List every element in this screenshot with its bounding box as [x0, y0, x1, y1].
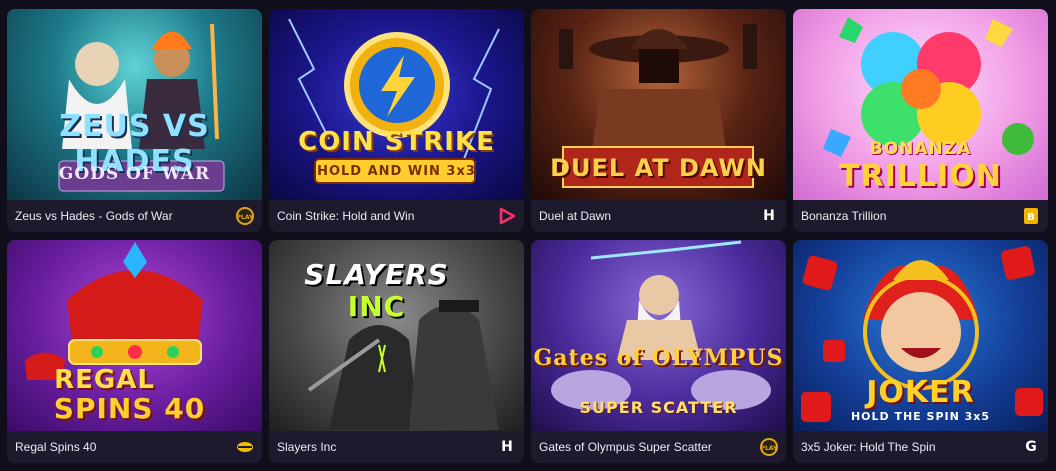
endorphina-icon: [236, 438, 254, 456]
game-title: Coin Strike: Hold and Win: [277, 209, 415, 223]
game-thumbnail[interactable]: SLAYERS INC: [269, 240, 524, 431]
game-thumbnail[interactable]: Gates of OLYMPUS SUPER SCATTER: [531, 240, 786, 431]
play-n-go-icon: PLAY: [236, 207, 254, 225]
game-thumbnail[interactable]: REGAL SPINS 40: [7, 240, 262, 431]
game-logo-subtitle: HOLD AND WIN 3x3: [317, 164, 476, 179]
game-thumbnail[interactable]: JOKER HOLD THE SPIN 3x5: [793, 240, 1048, 431]
game-caption: Zeus vs Hades - Gods of War PLAY: [7, 200, 262, 232]
game-title: 3x5 Joker: Hold The Spin: [801, 440, 936, 454]
svg-text:PLAY: PLAY: [237, 214, 254, 221]
game-caption: Coin Strike: Hold and Win: [269, 200, 524, 232]
game-logo: REGAL: [54, 365, 155, 395]
game-logo-subtitle: INC: [347, 290, 406, 323]
game-thumbnail[interactable]: COIN STRIKE HOLD AND WIN 3x3: [269, 9, 524, 200]
game-card[interactable]: ZEUS VS HADES GODS OF WAR Zeus vs Hades …: [7, 9, 262, 232]
game-card[interactable]: BONANZA TRILLION Bonanza Trillion B: [793, 9, 1048, 232]
game-logo: COIN STRIKE: [298, 127, 495, 157]
game-logo: SLAYERS: [304, 258, 449, 291]
game-title: Duel at Dawn: [539, 209, 612, 223]
game-caption: Slayers Inc H: [269, 431, 524, 463]
hacksaw-icon: H: [763, 208, 775, 224]
game-caption: Regal Spins 40: [7, 431, 262, 463]
game-logo: JOKER: [866, 375, 975, 410]
game-card[interactable]: COIN STRIKE HOLD AND WIN 3x3 Coin Strike…: [269, 9, 524, 232]
game-logo: DUEL AT DAWN: [550, 154, 767, 182]
game-title: Bonanza Trillion: [801, 209, 887, 223]
game-card[interactable]: SLAYERS INC Slayers Inc H: [269, 240, 524, 463]
pragmatic-play-icon: PLAY: [760, 438, 778, 456]
game-card[interactable]: Gates of OLYMPUS SUPER SCATTER Gates of …: [531, 240, 786, 463]
game-grid: ZEUS VS HADES GODS OF WAR Zeus vs Hades …: [7, 9, 1048, 463]
hacksaw-icon: H: [501, 439, 513, 455]
game-title: Regal Spins 40: [15, 440, 97, 454]
gamzix-icon: G: [1025, 439, 1037, 455]
game-card[interactable]: JOKER HOLD THE SPIN 3x5 3x5 Joker: Hold …: [793, 240, 1048, 463]
game-caption: 3x5 Joker: Hold The Spin G: [793, 431, 1048, 463]
game-logo-subtitle: TRILLION: [839, 159, 1002, 194]
game-card[interactable]: REGAL SPINS 40 Regal Spins 40: [7, 240, 262, 463]
game-title: Gates of Olympus Super Scatter: [539, 440, 712, 454]
game-caption: Bonanza Trillion B: [793, 200, 1048, 232]
game-logo: Gates of OLYMPUS: [533, 345, 784, 371]
game-thumbnail[interactable]: BONANZA TRILLION: [793, 9, 1048, 200]
svg-text:PLAY: PLAY: [761, 445, 778, 452]
game-thumbnail[interactable]: DUEL AT DAWN: [531, 9, 786, 200]
game-thumbnail[interactable]: ZEUS VS HADES GODS OF WAR: [7, 9, 262, 200]
game-logo-subtitle: HOLD THE SPIN 3x5: [850, 410, 991, 423]
game-caption: Duel at Dawn H: [531, 200, 786, 232]
game-logo-subtitle: GODS OF WAR: [58, 164, 211, 184]
game-caption: Gates of Olympus Super Scatter PLAY: [531, 431, 786, 463]
playson-icon: [498, 207, 516, 225]
svg-text:B: B: [1027, 212, 1035, 223]
bgaming-icon: B: [1022, 207, 1040, 225]
game-title: Slayers Inc: [277, 440, 337, 454]
game-logo: BONANZA: [869, 139, 972, 159]
game-logo-subtitle: SPINS 40: [53, 392, 206, 425]
game-card[interactable]: DUEL AT DAWN Duel at Dawn H: [531, 9, 786, 232]
game-logo-subtitle: SUPER SCATTER: [579, 398, 738, 417]
game-title: Zeus vs Hades - Gods of War: [15, 209, 173, 223]
